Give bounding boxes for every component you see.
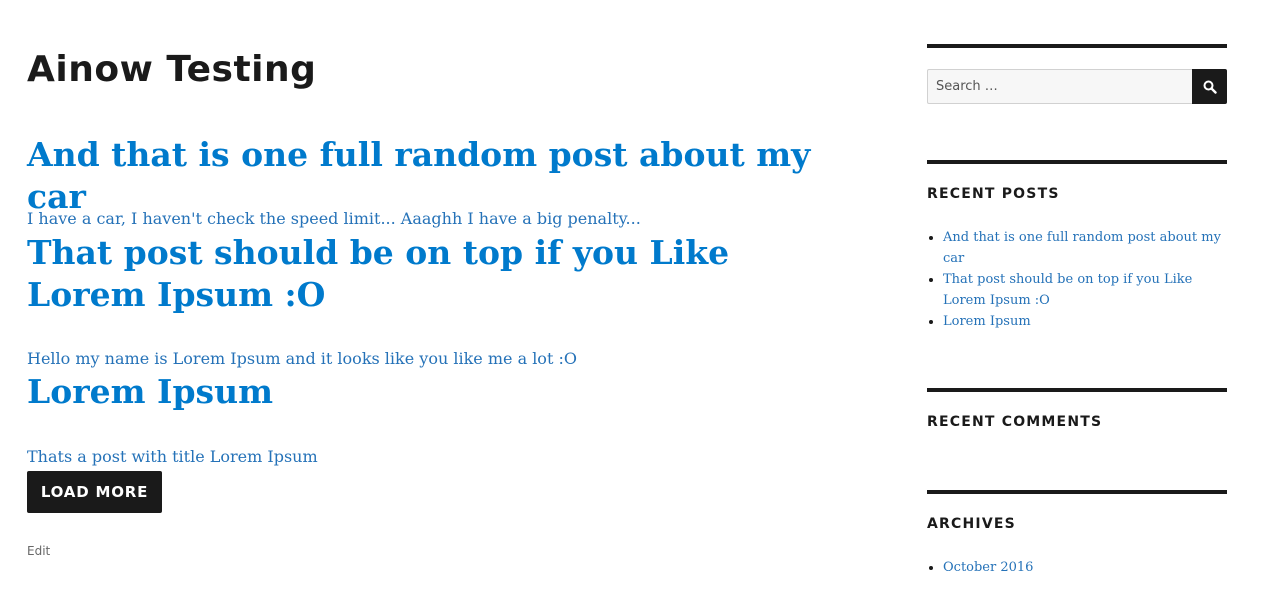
post-excerpt[interactable]: Hello my name is Lorem Ipsum and it look… xyxy=(27,349,577,369)
post-excerpt[interactable]: I have a car, I haven't check the speed … xyxy=(27,209,641,229)
list-item: And that is one full random post about m… xyxy=(943,227,1221,269)
recent-post-link[interactable]: Lorem Ipsum xyxy=(943,314,1031,329)
widget-divider xyxy=(927,490,1227,494)
archive-link[interactable]: October 2016 xyxy=(943,560,1033,575)
post-title[interactable]: That post should be on top if you Like L… xyxy=(27,232,797,316)
recent-posts-title: RECENT POSTS xyxy=(927,186,1060,202)
recent-comments-title: RECENT COMMENTS xyxy=(927,414,1103,430)
search-icon xyxy=(1203,80,1217,94)
search-button[interactable] xyxy=(1192,69,1227,104)
post-title[interactable]: Lorem Ipsum xyxy=(27,371,817,413)
post-title[interactable]: And that is one full random post about m… xyxy=(27,134,817,218)
post-excerpt[interactable]: Thats a post with title Lorem Ipsum xyxy=(27,447,318,467)
widget-divider xyxy=(927,44,1227,48)
list-item: October 2016 xyxy=(943,557,1227,578)
archives-list: October 2016 xyxy=(927,557,1227,578)
recent-posts-list: And that is one full random post about m… xyxy=(927,227,1221,332)
widget-divider xyxy=(927,388,1227,392)
search-input[interactable] xyxy=(927,69,1192,104)
search-form xyxy=(927,69,1227,104)
edit-link[interactable]: Edit xyxy=(27,544,50,558)
recent-post-link[interactable]: That post should be on top if you Like L… xyxy=(943,272,1192,308)
list-item: Lorem Ipsum xyxy=(943,311,1221,332)
load-more-button[interactable]: LOAD MORE xyxy=(27,471,162,513)
recent-post-link[interactable]: And that is one full random post about m… xyxy=(943,230,1221,266)
list-item: That post should be on top if you Like L… xyxy=(943,269,1221,311)
archives-title: ARCHIVES xyxy=(927,516,1016,532)
site-title[interactable]: Ainow Testing xyxy=(27,48,316,92)
widget-divider xyxy=(927,160,1227,164)
